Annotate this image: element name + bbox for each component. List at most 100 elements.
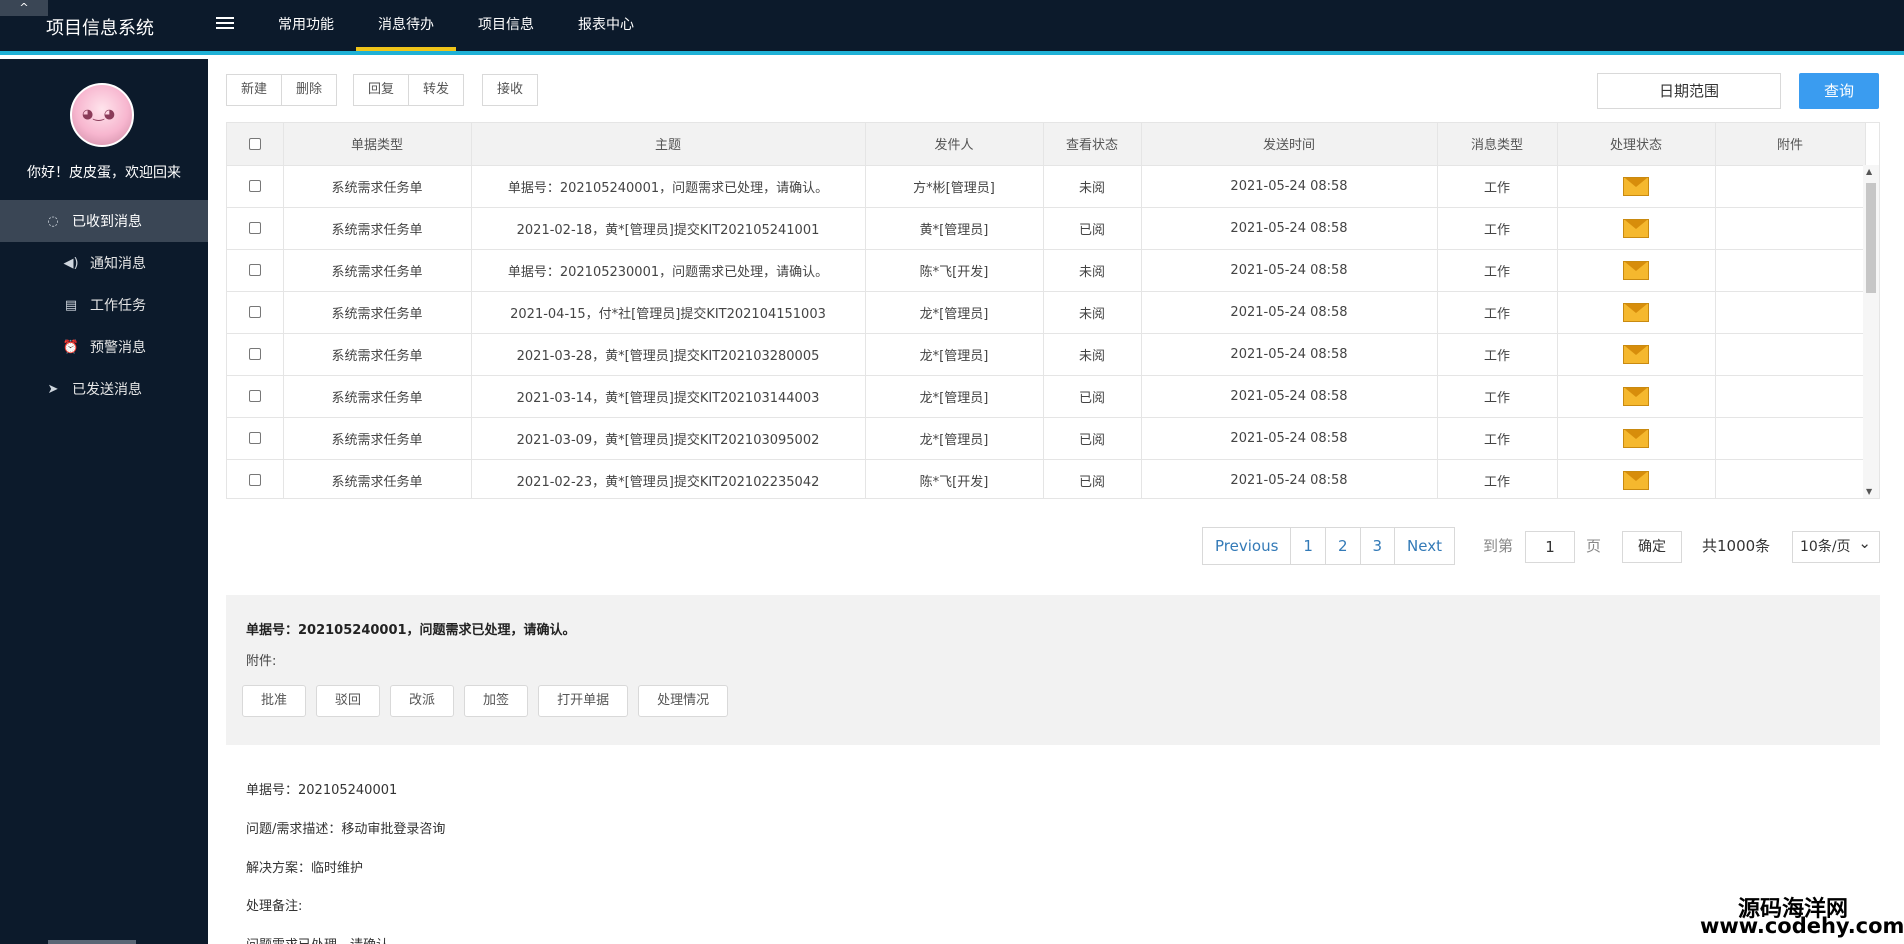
cell-process-status[interactable] — [1557, 375, 1716, 418]
cell-msg-type: 工作 — [1437, 417, 1558, 460]
table-row[interactable]: 系统需求任务单 单据号：202105230001，问题需求已处理，请确认。 陈*… — [227, 249, 1866, 292]
row-checkbox[interactable] — [227, 459, 284, 498]
nav-project-info[interactable]: 项目信息 — [456, 0, 556, 51]
cell-subject[interactable]: 2021-02-18，黄*[管理员]提交KIT202105241001 — [471, 207, 866, 250]
cell-process-status[interactable] — [1557, 291, 1716, 334]
cell-process-status[interactable] — [1557, 333, 1716, 376]
cell-subject[interactable]: 2021-02-23，黄*[管理员]提交KIT202102235042 — [471, 459, 866, 498]
cell-view-status: 已阅 — [1043, 375, 1142, 418]
sidebar-item-work-tasks[interactable]: ▤ 工作任务 — [0, 284, 208, 326]
cell-view-status: 已阅 — [1043, 207, 1142, 250]
cell-subject[interactable]: 2021-03-28，黄*[管理员]提交KIT202103280005 — [471, 333, 866, 376]
cell-send-time: 2021-05-24 08:58 — [1141, 375, 1438, 418]
cell-process-status[interactable] — [1557, 249, 1716, 292]
cell-doc-type: 系统需求任务单 — [283, 207, 472, 250]
table-row[interactable]: 系统需求任务单 2021-03-09，黄*[管理员]提交KIT202103095… — [227, 417, 1866, 460]
envelope-icon[interactable] — [1623, 386, 1649, 406]
reassign-button[interactable]: 改派 — [390, 685, 455, 717]
scroll-up-icon[interactable]: ▲ — [1866, 167, 1872, 176]
page-1-button[interactable]: 1 — [1291, 528, 1326, 564]
cell-attachment — [1715, 417, 1866, 460]
edit-button-group: 新建 删除 — [226, 74, 338, 106]
add-signer-button[interactable]: 加签 — [464, 685, 529, 717]
nav-report-center[interactable]: 报表中心 — [556, 0, 656, 51]
envelope-icon[interactable] — [1623, 428, 1649, 448]
page-size-select[interactable]: 10条/页 — [1792, 528, 1880, 563]
table-row[interactable]: 系统需求任务单 2021-02-23，黄*[管理员]提交KIT202102235… — [227, 459, 1866, 498]
nav-messages-todo[interactable]: 消息待办 — [356, 0, 456, 51]
scroll-down-icon[interactable]: ▼ — [1866, 487, 1872, 496]
sidebar-scroll-handle[interactable] — [48, 940, 136, 944]
goto-confirm-button[interactable]: 确定 — [1622, 531, 1682, 563]
sidebar-item-notifications[interactable]: ◀) 通知消息 — [0, 242, 208, 284]
approve-button[interactable]: 批准 — [242, 685, 307, 717]
goto-label: 到第 — [1483, 537, 1514, 555]
cell-attachment — [1715, 249, 1866, 292]
receive-button[interactable]: 接收 — [482, 74, 539, 106]
date-range-input[interactable]: 日期范围 — [1597, 73, 1781, 109]
cell-send-time: 2021-05-24 08:58 — [1141, 291, 1438, 334]
forward-button[interactable]: 转发 — [409, 74, 465, 106]
processing-status-button[interactable]: 处理情况 — [638, 685, 729, 717]
goto-page-input[interactable]: 1 — [1525, 531, 1575, 563]
cell-process-status[interactable] — [1557, 417, 1716, 460]
cell-process-status[interactable] — [1557, 207, 1716, 250]
previous-page-button[interactable]: Previous — [1203, 528, 1292, 564]
column-header: 附件 — [1715, 123, 1866, 166]
cell-process-status[interactable] — [1557, 459, 1716, 498]
select-all-checkbox[interactable] — [227, 123, 284, 166]
reject-button[interactable]: 驳回 — [316, 685, 381, 717]
table-row[interactable]: 系统需求任务单 2021-04-15，付*社[管理员]提交KIT20210415… — [227, 291, 1866, 334]
detail-title: 单据号：202105240001，问题需求已处理，请确认。 — [246, 623, 576, 638]
clipboard-icon: ▤ — [64, 297, 78, 313]
info-doc-no: 单据号：202105240001 — [246, 783, 398, 798]
cell-attachment — [1715, 459, 1866, 498]
nav-common-functions[interactable]: 常用功能 — [256, 0, 356, 51]
open-document-button[interactable]: 打开单据 — [538, 685, 629, 717]
cell-sender: 陈*飞[开发] — [865, 459, 1044, 498]
sidebar-item-alerts[interactable]: ⏰ 预警消息 — [0, 326, 208, 368]
cell-process-status[interactable] — [1557, 165, 1716, 208]
row-checkbox[interactable] — [227, 207, 284, 250]
cell-subject[interactable]: 2021-04-15，付*社[管理员]提交KIT202104151003 — [471, 291, 866, 334]
scroll-thumb[interactable] — [1866, 183, 1876, 293]
row-checkbox[interactable] — [227, 417, 284, 460]
row-checkbox[interactable] — [227, 375, 284, 418]
detail-panel: 单据号：202105240001，问题需求已处理，请确认。 附件: 批准 驳回 … — [226, 595, 1880, 745]
cell-sender: 方*彬[管理员] — [865, 165, 1044, 208]
envelope-icon[interactable] — [1623, 218, 1649, 238]
cell-view-status: 未阅 — [1043, 291, 1142, 334]
table-row[interactable]: 系统需求任务单 2021-03-14，黄*[管理员]提交KIT202103144… — [227, 375, 1866, 418]
page-3-button[interactable]: 3 — [1361, 528, 1396, 564]
cell-subject[interactable]: 2021-03-09，黄*[管理员]提交KIT202103095002 — [471, 417, 866, 460]
sidebar-item-received[interactable]: ◌ 已收到消息 — [0, 200, 208, 242]
query-button[interactable]: 查询 — [1799, 73, 1879, 109]
page-2-button[interactable]: 2 — [1326, 528, 1361, 564]
row-checkbox[interactable] — [227, 333, 284, 376]
reply-button[interactable]: 回复 — [353, 74, 410, 106]
cell-sender: 龙*[管理员] — [865, 333, 1044, 376]
row-checkbox[interactable] — [227, 249, 284, 292]
collapse-header-button[interactable]: ^ — [0, 0, 48, 16]
cell-subject[interactable]: 单据号：202105230001，问题需求已处理，请确认。 — [471, 249, 866, 292]
new-button[interactable]: 新建 — [226, 74, 283, 106]
table-row[interactable]: 系统需求任务单 单据号：202105240001，问题需求已处理，请确认。 方*… — [227, 165, 1866, 208]
row-checkbox[interactable] — [227, 291, 284, 334]
cell-subject[interactable]: 单据号：202105240001，问题需求已处理，请确认。 — [471, 165, 866, 208]
envelope-icon[interactable] — [1623, 302, 1649, 322]
sidebar-menu: ◌ 已收到消息 ◀) 通知消息 ▤ 工作任务 ⏰ 预警消息 ➤ 已发送消息 — [0, 200, 208, 410]
row-checkbox[interactable] — [227, 165, 284, 208]
envelope-icon[interactable] — [1623, 470, 1649, 490]
table-scrollbar[interactable]: ▲ ▼ — [1863, 165, 1879, 498]
table-row[interactable]: 系统需求任务单 2021-03-28，黄*[管理员]提交KIT202103280… — [227, 333, 1866, 376]
cell-send-time: 2021-05-24 08:58 — [1141, 417, 1438, 460]
cell-subject[interactable]: 2021-03-14，黄*[管理员]提交KIT202103144003 — [471, 375, 866, 418]
envelope-icon[interactable] — [1623, 176, 1649, 196]
sidebar-item-sent[interactable]: ➤ 已发送消息 — [0, 368, 208, 410]
envelope-icon[interactable] — [1623, 344, 1649, 364]
delete-button[interactable]: 删除 — [282, 74, 338, 106]
next-page-button[interactable]: Next — [1395, 528, 1454, 564]
table-row[interactable]: 系统需求任务单 2021-02-18，黄*[管理员]提交KIT202105241… — [227, 207, 1866, 250]
envelope-icon[interactable] — [1623, 260, 1649, 280]
menu-list-icon[interactable] — [216, 17, 234, 31]
